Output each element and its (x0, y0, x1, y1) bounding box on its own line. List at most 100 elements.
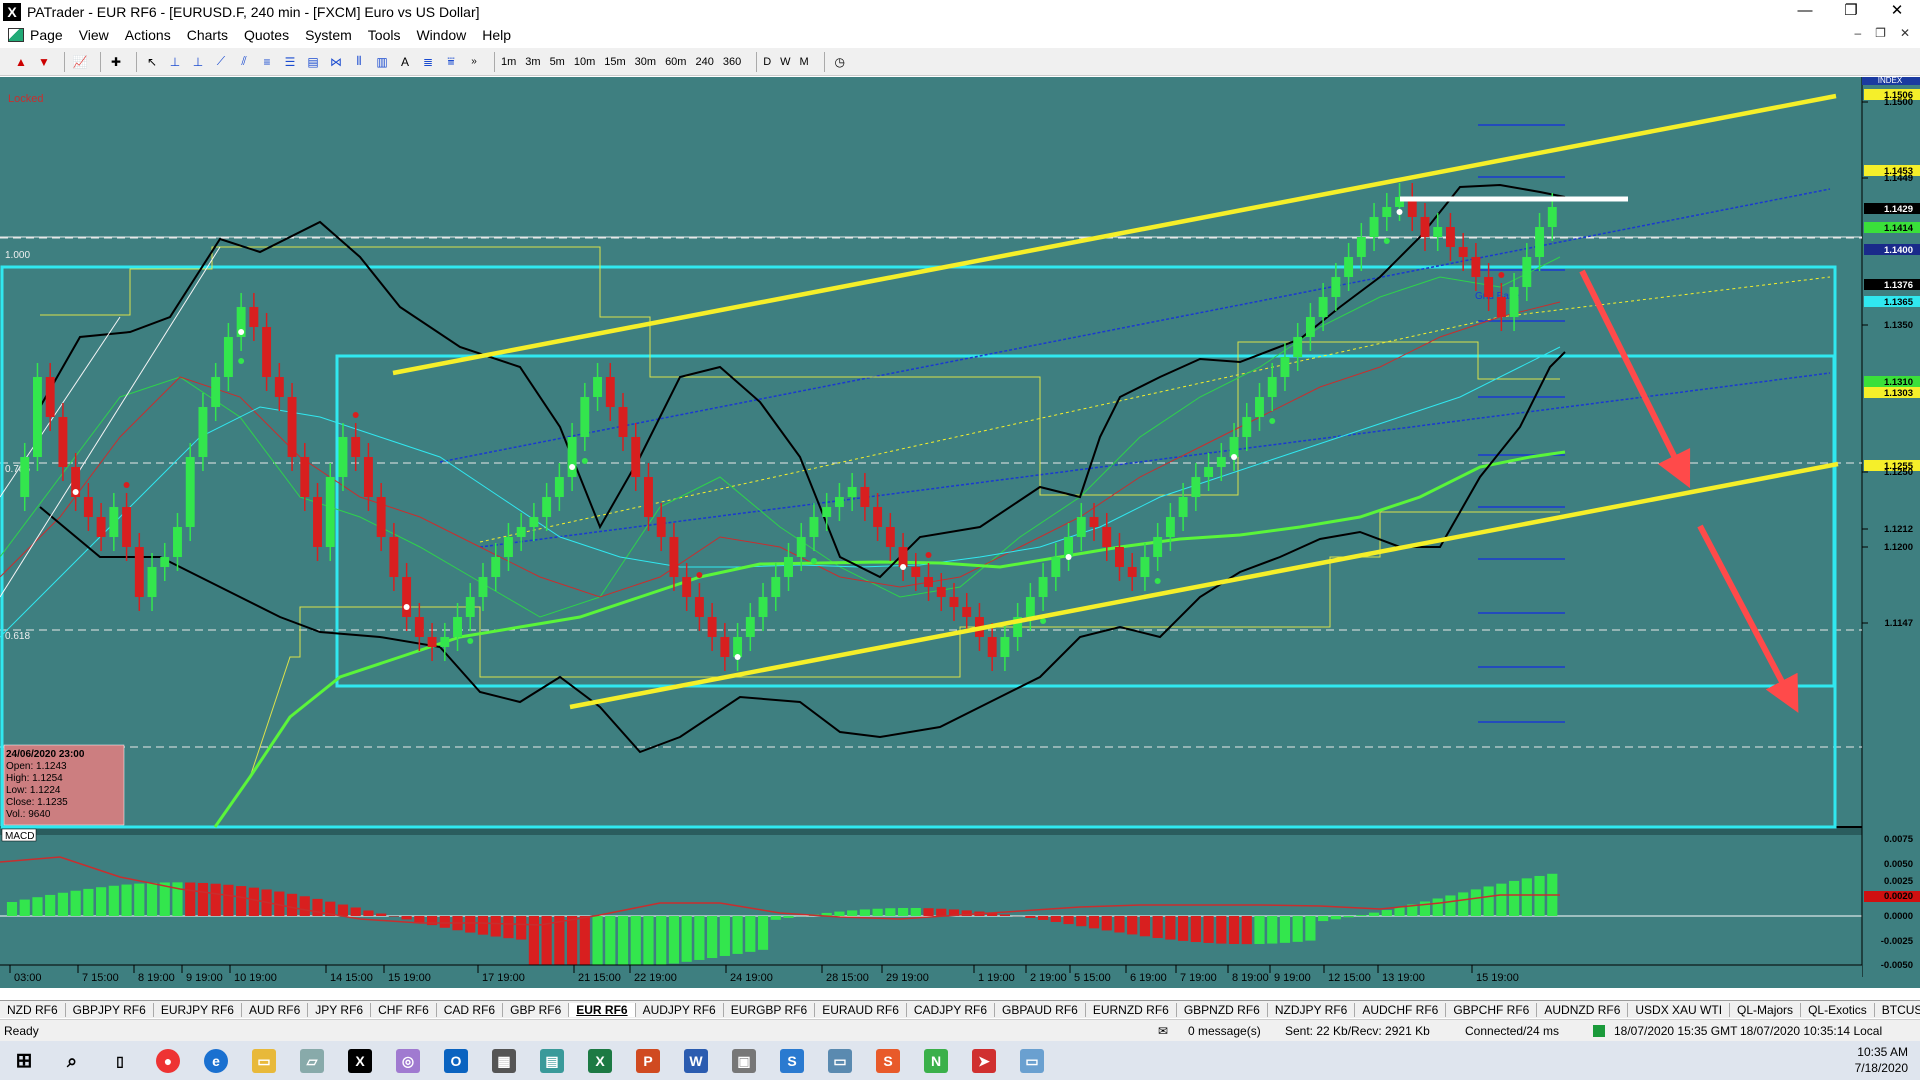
symbol-tab-ql-majors[interactable]: QL-Majors (1730, 1002, 1802, 1017)
symbol-tab-euraud-rf6[interactable]: EURAUD RF6 (815, 1002, 907, 1017)
candle-body[interactable] (109, 507, 119, 537)
candle-body[interactable] (1255, 397, 1264, 417)
symbol-tab-gbp-rf6[interactable]: GBP RF6 (503, 1002, 570, 1017)
candle-body[interactable] (529, 517, 539, 527)
candle-body[interactable] (1280, 357, 1290, 377)
main-panel[interactable] (0, 77, 1862, 827)
excel-icon[interactable]: X (576, 1041, 624, 1080)
grid-icon[interactable]: ▤ (304, 53, 322, 71)
symbol-tab-usdx-xau-wti[interactable]: USDX XAU WTI (1628, 1002, 1731, 1017)
candle-body[interactable] (1293, 337, 1303, 357)
timeframe-30m[interactable]: 30m (635, 56, 656, 68)
minimize-button[interactable]: — (1782, 0, 1828, 24)
more-tools-icon[interactable]: » (465, 53, 483, 71)
menu-page[interactable]: Page (30, 27, 63, 43)
candle-body[interactable] (631, 437, 641, 477)
candle-body[interactable] (758, 597, 768, 617)
candle-body[interactable] (1102, 527, 1112, 547)
candle-body[interactable] (860, 487, 870, 507)
candle-body[interactable] (809, 517, 819, 537)
menu-system[interactable]: System (305, 27, 352, 43)
timeframe-360[interactable]: 360 (723, 56, 741, 68)
candle-body[interactable] (503, 537, 513, 557)
menu-view[interactable]: View (79, 27, 109, 43)
timeframe-15m[interactable]: 15m (604, 56, 625, 68)
sell-icon[interactable]: ▼ (35, 53, 53, 71)
candle-body[interactable] (911, 567, 921, 577)
symbol-tab-ql-exotics[interactable]: QL-Exotics (1801, 1002, 1875, 1017)
candle-body[interactable] (771, 577, 781, 597)
candle-body[interactable] (351, 437, 361, 457)
app-icon-s-blue[interactable]: S (768, 1041, 816, 1080)
candle-body[interactable] (1445, 227, 1455, 247)
candle-body[interactable] (338, 437, 348, 477)
timeframe-1m[interactable]: 1m (501, 56, 516, 68)
cycle-icon[interactable]: ⦀ (350, 53, 368, 71)
candle-body[interactable] (885, 527, 895, 547)
candle-body[interactable] (567, 437, 577, 477)
candle-body[interactable] (720, 637, 730, 657)
symbol-tab-audnzd-rf6[interactable]: AUDNZD RF6 (1537, 1002, 1629, 1017)
file-explorer-icon[interactable]: ▭ (240, 1041, 288, 1080)
symbol-tab-nzd-rf6[interactable]: NZD RF6 (0, 1002, 66, 1017)
timeframe-240[interactable]: 240 (695, 56, 713, 68)
clock-icon[interactable]: ◷ (831, 53, 849, 71)
candle-body[interactable] (198, 407, 208, 457)
status-messages[interactable]: 0 message(s) (1188, 1024, 1261, 1038)
candle-body[interactable] (847, 487, 857, 497)
app-icon-green[interactable]: N (912, 1041, 960, 1080)
candle-body[interactable] (1433, 227, 1443, 237)
app-icon-teal[interactable]: ▤ (528, 1041, 576, 1080)
symbol-tab-chf-rf6[interactable]: CHF RF6 (371, 1002, 437, 1017)
horizontal-line-icon[interactable]: ⊥ (166, 53, 184, 71)
candle-body[interactable] (834, 497, 844, 507)
app-icon-generic[interactable]: ▱ (288, 1041, 336, 1080)
candle-body[interactable] (1000, 637, 1010, 657)
candle-body[interactable] (1331, 277, 1341, 297)
candle-body[interactable] (1318, 297, 1328, 317)
candle-body[interactable] (20, 457, 30, 497)
candle-body[interactable] (363, 457, 373, 497)
candle-body[interactable] (1025, 597, 1035, 617)
candle-body[interactable] (1216, 457, 1226, 467)
candle-body[interactable] (1356, 237, 1366, 257)
candle-body[interactable] (656, 517, 666, 537)
app-icon-purple[interactable]: ◎ (384, 1041, 432, 1080)
start-button[interactable]: ⊞ (0, 1041, 48, 1080)
candle-body[interactable] (313, 497, 322, 547)
menu-actions[interactable]: Actions (125, 27, 171, 43)
candle-body[interactable] (1178, 497, 1188, 517)
symbol-tab-eurgbp-rf6[interactable]: EURGBP RF6 (724, 1002, 816, 1017)
candle-body[interactable] (784, 557, 793, 577)
candle-body[interactable] (987, 637, 997, 657)
edge-icon[interactable]: e (192, 1041, 240, 1080)
symbol-tab-cadjpy-rf6[interactable]: CADJPY RF6 (907, 1002, 996, 1017)
speed-lines-icon[interactable]: ⩸ (442, 53, 460, 71)
menu-window[interactable]: Window (416, 27, 466, 43)
menu-quotes[interactable]: Quotes (244, 27, 289, 43)
candle-body[interactable] (122, 507, 132, 547)
candle-body[interactable] (1204, 467, 1214, 477)
candle-body[interactable] (1509, 287, 1519, 317)
symbol-tab-gbpnzd-rf6[interactable]: GBPNZD RF6 (1177, 1002, 1268, 1017)
candle-body[interactable] (1242, 417, 1252, 437)
candle-body[interactable] (45, 377, 55, 417)
candle-body[interactable] (707, 617, 717, 637)
app-icon-bird[interactable]: ➤ (960, 1041, 1008, 1080)
candle-body[interactable] (300, 457, 310, 497)
channel-icon[interactable]: ⫽ (235, 53, 253, 71)
candle-body[interactable] (160, 557, 170, 567)
candle-body[interactable] (1305, 317, 1315, 337)
candle-body[interactable] (1484, 277, 1494, 297)
calculator-icon[interactable]: ▦ (480, 1041, 528, 1080)
timeframe-10m[interactable]: 10m (574, 56, 595, 68)
candle-body[interactable] (542, 497, 552, 517)
candle-body[interactable] (414, 617, 424, 637)
candle-body[interactable] (33, 377, 42, 457)
crosshair-icon[interactable]: ✚ (107, 53, 125, 71)
candle-body[interactable] (605, 377, 615, 407)
candle-body[interactable] (440, 637, 450, 647)
candle-body[interactable] (1496, 297, 1506, 317)
candle-body[interactable] (1191, 477, 1201, 497)
candle-body[interactable] (96, 517, 106, 537)
